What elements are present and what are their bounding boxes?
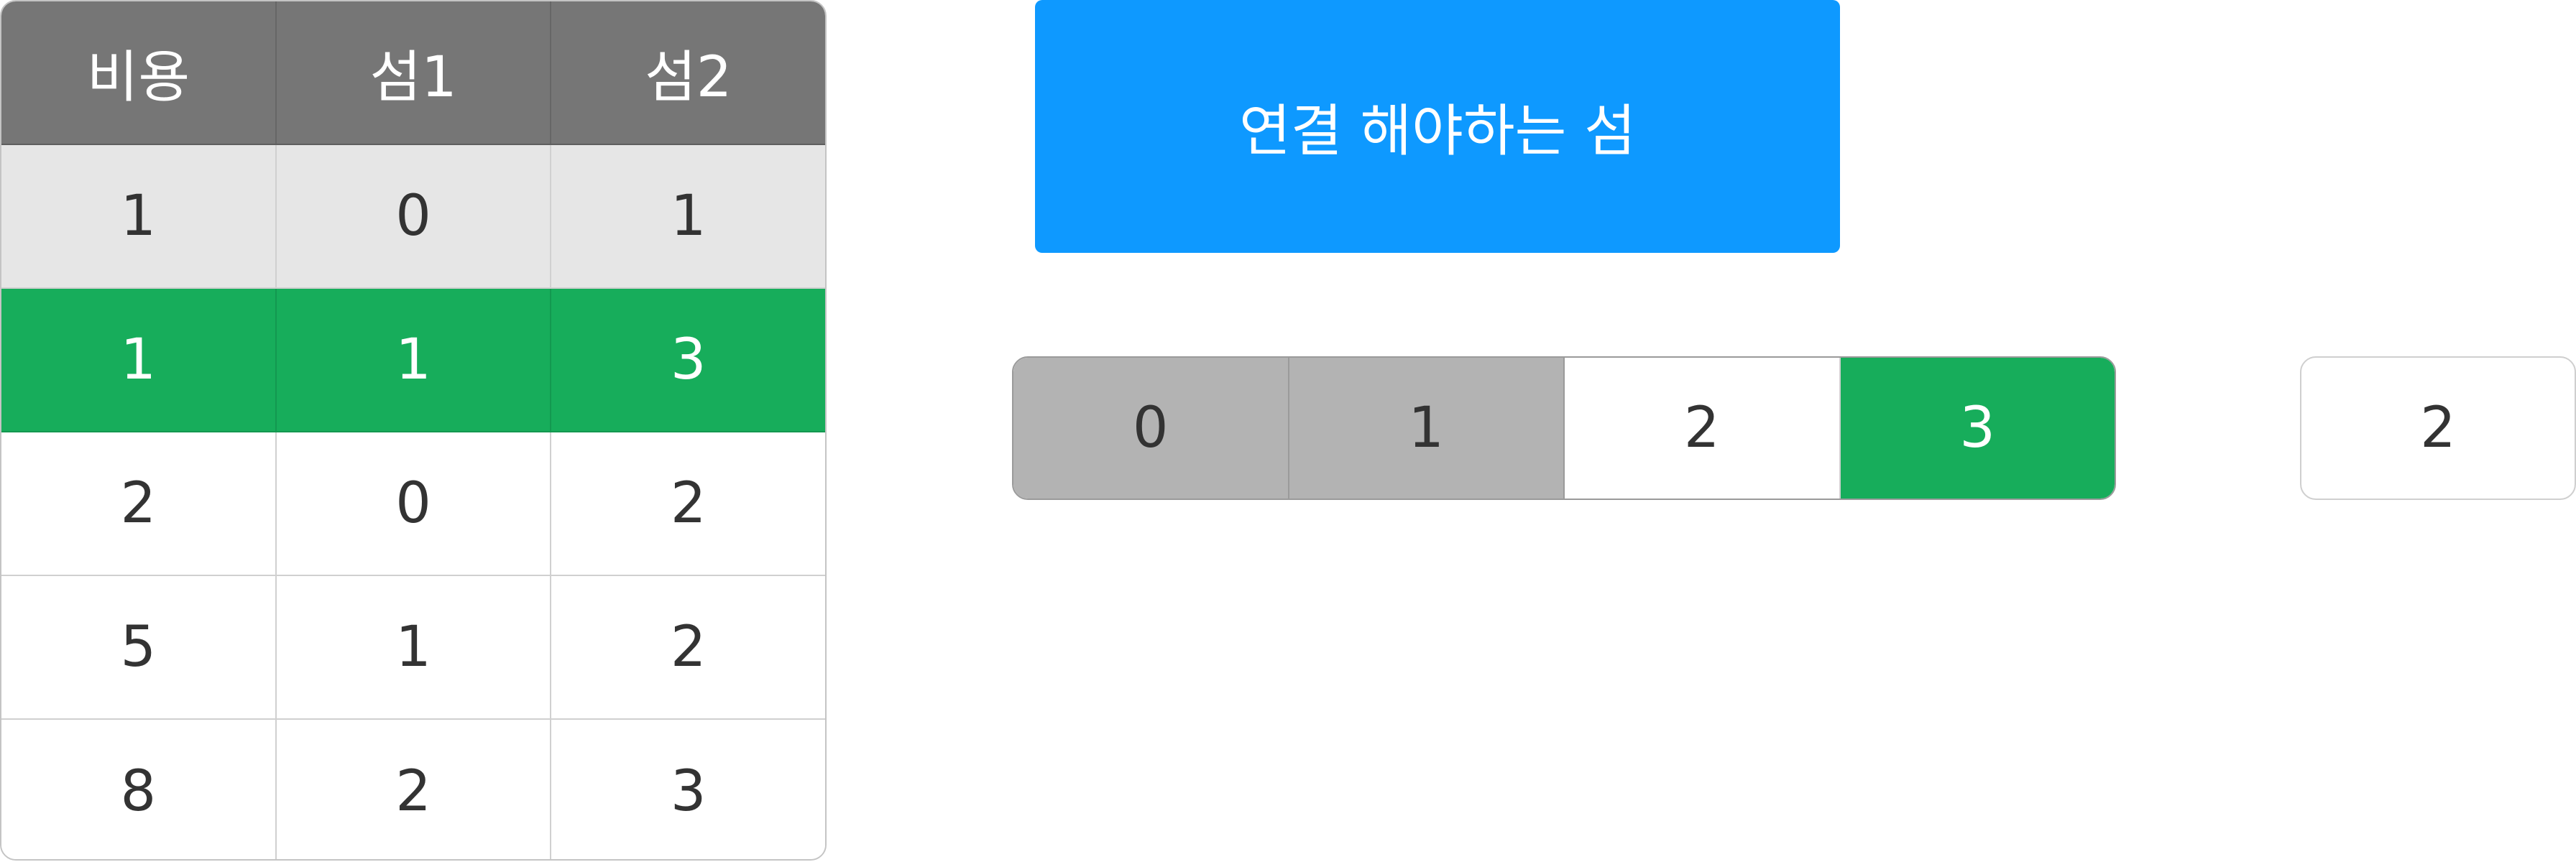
cost-cell: 5: [1, 576, 277, 718]
header-island2: 섬2: [644, 45, 732, 110]
island1-cell: 0: [277, 145, 552, 287]
island2-cell: 2: [670, 615, 707, 680]
cost-cell: 2: [1, 432, 277, 575]
island-cell: 0: [1013, 358, 1289, 499]
header-cost: 비용: [1, 1, 277, 144]
island1-cell: 2: [277, 720, 552, 859]
side-value-box: 2: [2300, 356, 2576, 500]
island2-cell: 2: [670, 471, 707, 536]
table-row: 1 0 1: [1, 145, 825, 289]
island1-cell: 1: [277, 576, 552, 718]
island-cell: 3: [1840, 358, 2115, 499]
island1-cell: 0: [277, 432, 552, 575]
table-row: 5 1 2: [1, 576, 825, 720]
island1-cell: 1: [277, 289, 552, 431]
island2-cell: 3: [670, 759, 707, 824]
table-row: 2 0 2: [1, 432, 825, 576]
table-row: 1 1 3: [1, 289, 825, 432]
table-header-row: 비용 섬1 섬2: [1, 1, 825, 145]
table-row: 8 2 3: [1, 720, 825, 859]
edge-table: 비용 섬1 섬2 1 0 1 1 1 3 2 0 2 5 1 2 8 2 3: [0, 0, 827, 861]
cost-cell: 1: [1, 145, 277, 287]
header-island1: 섬1: [277, 1, 552, 144]
island2-cell: 1: [670, 184, 707, 249]
island-array: 0 1 2 3: [1012, 356, 2116, 500]
island2-cell: 3: [670, 328, 707, 392]
island-cell: 2: [1565, 358, 1841, 499]
islands-to-connect-title: 연결 해야하는 섬: [1035, 0, 1840, 253]
island-cell: 1: [1289, 358, 1565, 499]
cost-cell: 8: [1, 720, 277, 859]
cost-cell: 1: [1, 289, 277, 431]
